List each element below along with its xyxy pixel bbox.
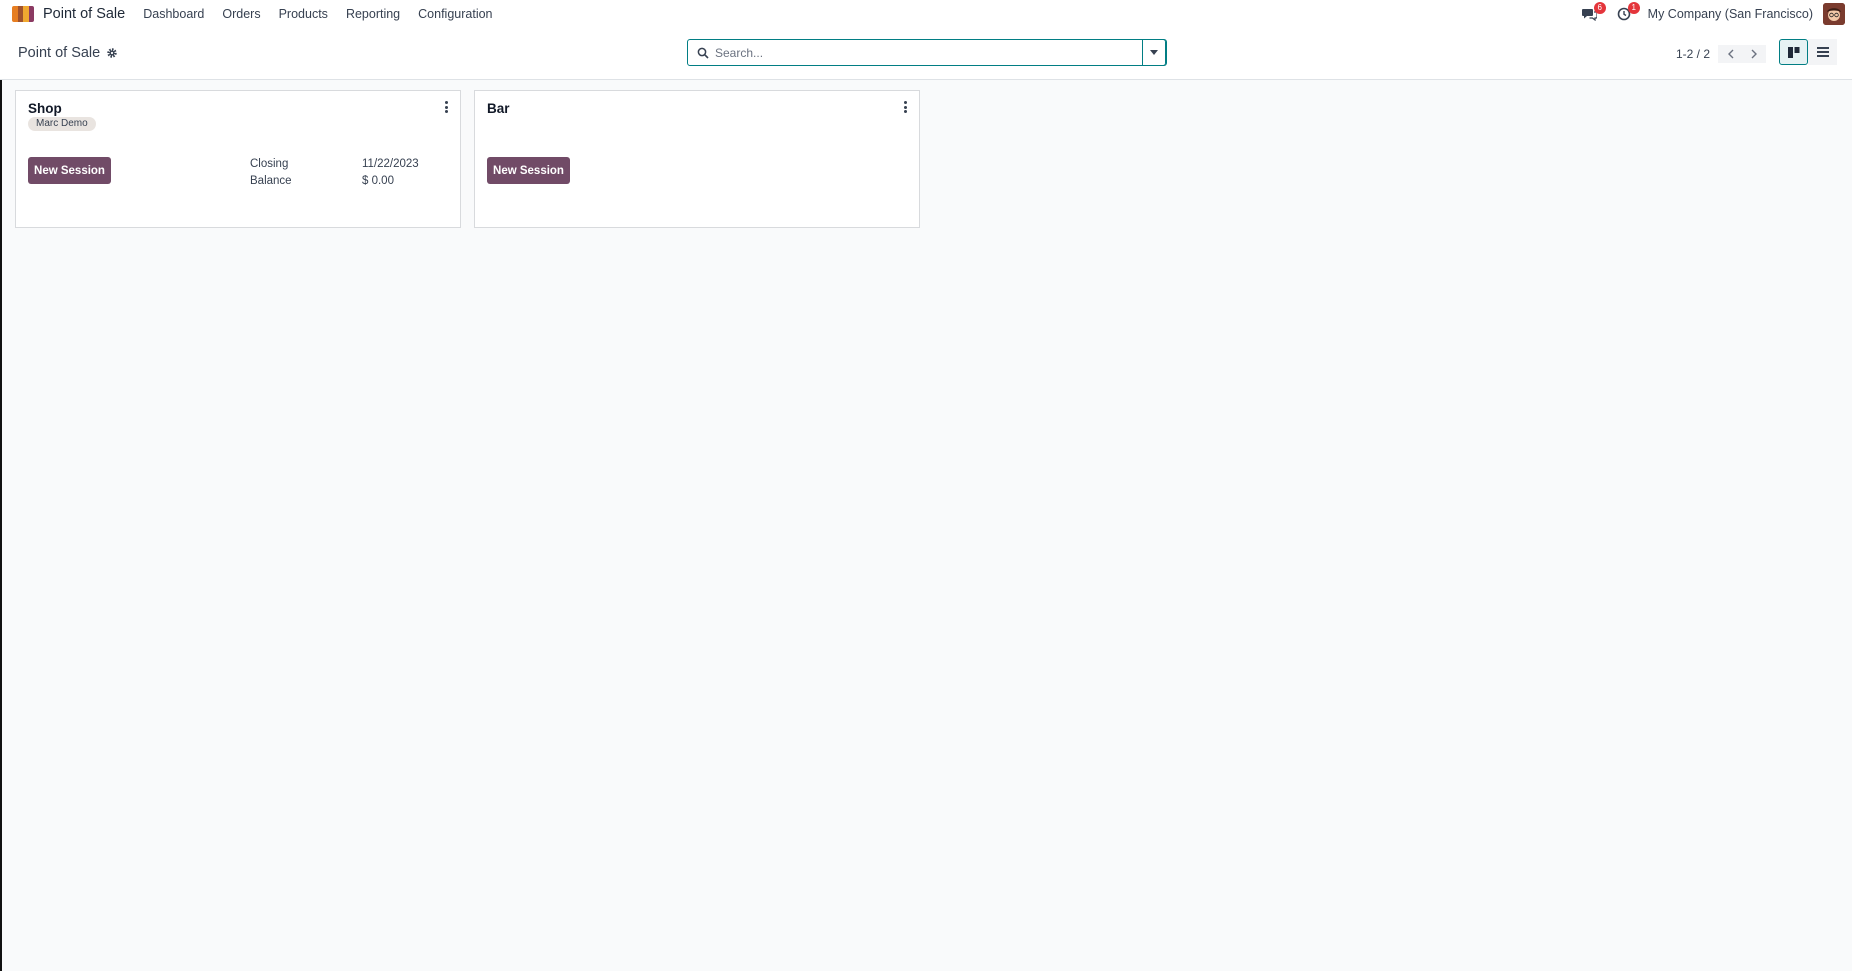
- activities-button[interactable]: 1: [1614, 2, 1640, 24]
- top-navbar: Point of Sale Dashboard Orders Products …: [0, 0, 1852, 28]
- activities-badge: 1: [1627, 2, 1640, 14]
- search-icon: [697, 47, 709, 59]
- new-session-button[interactable]: New Session: [487, 157, 570, 184]
- messages-badge: 6: [1593, 2, 1606, 14]
- kanban-view-icon: [1787, 46, 1799, 58]
- chevron-left-icon: [1727, 49, 1734, 59]
- view-switcher: [1779, 39, 1837, 65]
- list-view-button[interactable]: [1808, 39, 1837, 65]
- kebab-menu-icon[interactable]: [903, 101, 907, 113]
- main-menu: Dashboard Orders Products Reporting Conf…: [143, 7, 510, 21]
- new-session-button[interactable]: New Session: [28, 157, 111, 184]
- search-options-toggle[interactable]: [1142, 39, 1166, 66]
- menu-item-configuration[interactable]: Configuration: [418, 7, 492, 21]
- app-logo-icon[interactable]: [12, 6, 34, 22]
- closing-label: Closing: [250, 158, 289, 170]
- pager-previous-button[interactable]: [1718, 45, 1743, 63]
- menu-item-orders[interactable]: Orders: [222, 7, 260, 21]
- systray: 6 1 My Company (San Francisco): [1580, 0, 1852, 28]
- kanban-view-button[interactable]: [1779, 39, 1808, 65]
- control-panel: Point of Sale 1-2 / 2: [0, 28, 1852, 80]
- chevron-right-icon: [1751, 49, 1757, 59]
- card-title[interactable]: Shop: [28, 101, 62, 116]
- user-tag: Marc Demo: [28, 117, 96, 131]
- messages-button[interactable]: 6: [1580, 2, 1606, 24]
- app-name[interactable]: Point of Sale: [43, 6, 125, 22]
- pager: 1-2 / 2: [1676, 45, 1767, 63]
- page-title: Point of Sale: [18, 45, 101, 61]
- menu-item-dashboard[interactable]: Dashboard: [143, 7, 204, 21]
- search-bar[interactable]: [687, 39, 1167, 66]
- pager-value[interactable]: 1-2 / 2: [1676, 47, 1710, 61]
- pos-card-shop: Shop Marc Demo New Session Closing 11/22…: [15, 90, 461, 228]
- caret-down-icon: [1150, 50, 1158, 55]
- balance-label: Balance: [250, 175, 292, 187]
- list-view-icon: [1816, 47, 1829, 57]
- menu-item-products[interactable]: Products: [279, 7, 328, 21]
- kebab-menu-icon[interactable]: [444, 101, 448, 113]
- search-input[interactable]: [715, 45, 1135, 60]
- card-title[interactable]: Bar: [487, 101, 510, 116]
- closing-value: 11/22/2023: [362, 158, 419, 170]
- gear-icon[interactable]: [106, 47, 118, 59]
- user-avatar[interactable]: [1823, 3, 1845, 25]
- pos-card-bar: Bar New Session: [474, 90, 920, 228]
- company-switcher[interactable]: My Company (San Francisco): [1648, 7, 1813, 21]
- menu-item-reporting[interactable]: Reporting: [346, 7, 400, 21]
- balance-value: $ 0.00: [362, 175, 394, 187]
- pager-next-button[interactable]: [1742, 45, 1767, 63]
- breadcrumb: Point of Sale: [18, 45, 118, 61]
- window-edge: [0, 0, 2, 971]
